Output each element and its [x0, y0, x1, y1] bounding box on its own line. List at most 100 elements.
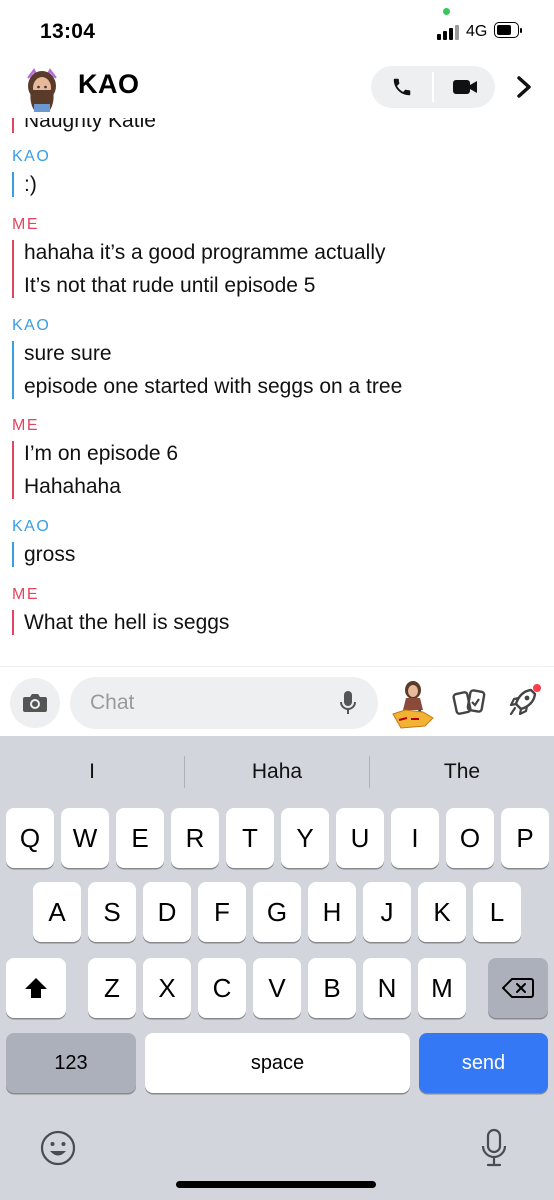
- phone-icon: [393, 78, 410, 96]
- message-line: Hahahaha: [24, 475, 121, 498]
- camera-button[interactable]: [10, 678, 60, 728]
- sender-label: KAO: [12, 317, 51, 334]
- message-line: What the hell is seggs: [24, 611, 230, 634]
- key-d[interactable]: D: [143, 882, 191, 942]
- message-line: sure sure: [24, 342, 112, 365]
- more-chevron-button[interactable]: [506, 66, 542, 108]
- message-bubble[interactable]: :): [12, 168, 50, 201]
- chat-header: KAO: [0, 58, 554, 118]
- dictation-icon: [481, 1128, 507, 1167]
- bitmoji-icon: [392, 681, 434, 729]
- key-e[interactable]: E: [116, 808, 164, 868]
- voice-note-button[interactable]: [336, 689, 360, 717]
- message-line: episode one started with seggs on a tree: [24, 375, 403, 398]
- key-b[interactable]: B: [308, 958, 356, 1018]
- cards-icon: [452, 689, 486, 715]
- sender-label: KAO: [12, 148, 51, 165]
- camera-icon: [23, 694, 47, 712]
- status-bar: 13:04 4G: [0, 0, 554, 58]
- message-line: Naughty Katie: [24, 118, 156, 132]
- message-list[interactable]: Naughty Katie KAO :) ME hahaha it’s a go…: [0, 118, 554, 666]
- key-i[interactable]: I: [391, 808, 439, 868]
- suggestion-bar: I Haha The: [0, 736, 554, 808]
- key-c[interactable]: C: [198, 958, 246, 1018]
- key-m[interactable]: M: [418, 958, 466, 1018]
- sender-label: ME: [12, 586, 39, 603]
- shift-key[interactable]: [6, 958, 66, 1018]
- chat-placeholder: Chat: [90, 691, 135, 714]
- key-k[interactable]: K: [418, 882, 466, 942]
- key-x[interactable]: X: [143, 958, 191, 1018]
- key-u[interactable]: U: [336, 808, 384, 868]
- key-y[interactable]: Y: [281, 808, 329, 868]
- send-key[interactable]: send: [419, 1033, 548, 1093]
- message-line: I’m on episode 6: [24, 442, 179, 465]
- message-bubble[interactable]: What the hell is seggs: [12, 606, 229, 639]
- battery-icon: [494, 22, 524, 40]
- sender-label: ME: [12, 417, 39, 434]
- numbers-key[interactable]: 123: [6, 1033, 136, 1093]
- message-line: hahaha it’s a good programme actually: [24, 241, 386, 264]
- key-f[interactable]: F: [198, 882, 246, 942]
- message-group: ME I’m on episode 6 Hahahaha: [12, 415, 178, 503]
- key-t[interactable]: T: [226, 808, 274, 868]
- key-a[interactable]: A: [33, 882, 81, 942]
- compose-bar: Chat: [0, 666, 554, 737]
- key-h[interactable]: H: [308, 882, 356, 942]
- message-bubble[interactable]: gross: [12, 538, 75, 571]
- message-bubble[interactable]: sure sure episode one started with seggs…: [12, 337, 402, 403]
- emoji-icon: [40, 1130, 76, 1166]
- keyboard: I Haha The Q W E R T Y U I O P A S D F G…: [0, 736, 554, 1200]
- space-key[interactable]: space: [145, 1033, 410, 1093]
- key-o[interactable]: O: [446, 808, 494, 868]
- key-l[interactable]: L: [473, 882, 521, 942]
- key-g[interactable]: G: [253, 882, 301, 942]
- key-q[interactable]: Q: [6, 808, 54, 868]
- message-bubble[interactable]: I’m on episode 6 Hahahaha: [12, 437, 178, 503]
- cards-button[interactable]: [446, 679, 492, 725]
- suggestion-1[interactable]: I: [0, 736, 184, 808]
- key-z[interactable]: Z: [88, 958, 136, 1018]
- key-v[interactable]: V: [253, 958, 301, 1018]
- contact-name[interactable]: KAO: [78, 69, 140, 100]
- voice-call-button[interactable]: [371, 66, 432, 108]
- sender-label: ME: [12, 216, 39, 233]
- video-icon: [452, 80, 477, 94]
- message-line: gross: [24, 543, 76, 566]
- key-r[interactable]: R: [171, 808, 219, 868]
- home-indicator[interactable]: [176, 1181, 376, 1188]
- video-call-button[interactable]: [434, 66, 495, 108]
- chat-input[interactable]: Chat: [70, 677, 378, 729]
- network-type: 4G: [466, 23, 488, 40]
- message-line: :): [24, 173, 37, 196]
- suggestion-2[interactable]: Haha: [185, 736, 369, 808]
- chevron-right-icon: [517, 76, 531, 98]
- microphone-icon: [340, 691, 356, 714]
- notification-dot: [533, 684, 541, 692]
- cellular-signal-icon: [437, 24, 463, 40]
- emoji-button[interactable]: [36, 1126, 80, 1170]
- message-group: KAO gross: [12, 516, 75, 571]
- message-group: ME hahaha it’s a good programme actually…: [12, 214, 386, 302]
- contact-bitmoji-avatar[interactable]: [22, 64, 62, 112]
- backspace-icon: [502, 978, 534, 998]
- shift-icon: [25, 978, 47, 998]
- key-n[interactable]: N: [363, 958, 411, 1018]
- key-j[interactable]: J: [363, 882, 411, 942]
- message-group: ME What the hell is seggs: [12, 584, 229, 639]
- bitmoji-sticker-button[interactable]: [388, 677, 436, 731]
- key-w[interactable]: W: [61, 808, 109, 868]
- message-bubble[interactable]: hahaha it’s a good programme actually It…: [12, 236, 386, 302]
- message-group: KAO sure sure episode one started with s…: [12, 315, 402, 403]
- key-p[interactable]: P: [501, 808, 549, 868]
- partial-message: Naughty Katie: [12, 118, 156, 137]
- status-time: 13:04: [40, 20, 96, 43]
- suggestion-3[interactable]: The: [370, 736, 554, 808]
- key-s[interactable]: S: [88, 882, 136, 942]
- sender-label: KAO: [12, 518, 51, 535]
- backspace-key[interactable]: [488, 958, 548, 1018]
- dictation-button[interactable]: [474, 1124, 514, 1172]
- message-group: KAO :): [12, 146, 50, 201]
- message-line: It’s not that rude until episode 5: [24, 274, 316, 297]
- camera-indicator-dot: [443, 8, 450, 15]
